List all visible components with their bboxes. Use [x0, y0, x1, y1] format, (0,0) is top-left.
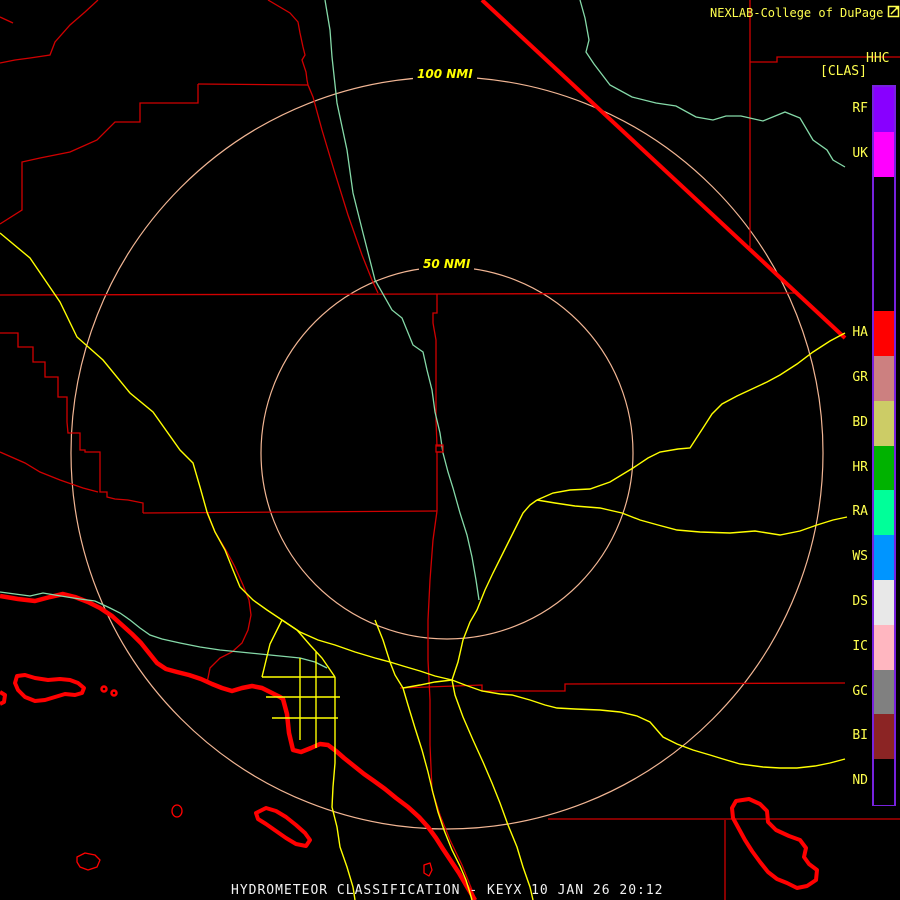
- coastline: [0, 591, 477, 900]
- legend-label-UK: UK: [852, 145, 868, 161]
- river-mojave: [579, 0, 846, 168]
- legend-label-HA: HA: [852, 325, 868, 341]
- island-anacapa-1: [100, 685, 108, 693]
- legend-swatch-WS: [874, 535, 894, 581]
- external-link-icon[interactable]: [887, 4, 900, 21]
- salton-sea-outline: [730, 797, 819, 890]
- legend-swatch-BD: [874, 400, 894, 446]
- range-label-100nmi: 100 NMI: [413, 67, 477, 81]
- legend-label-ND: ND: [852, 773, 868, 789]
- highways: [0, 232, 848, 900]
- island-anacapa-2: [110, 689, 118, 697]
- legend-color-bar: [872, 85, 896, 806]
- legend-swatch-HA: [874, 311, 894, 357]
- legend-swatch-UK: [874, 131, 894, 178]
- brand-text: NEXLAB-College of DuPage: [710, 5, 884, 20]
- river-santa-clara: [0, 591, 328, 669]
- radar-map-canvas: [0, 0, 900, 900]
- county-lines: [0, 0, 900, 900]
- legend-label-RF: RF: [852, 101, 868, 116]
- range-label-50nmi: 50 NMI: [419, 257, 475, 271]
- island-santa-barbara: [171, 804, 183, 818]
- legend-swatch-HR: [874, 445, 894, 491]
- island-santa-cruz-chain: [13, 673, 86, 703]
- legend-swatch-GC: [874, 669, 894, 715]
- legend-label-DS: DS: [852, 593, 868, 609]
- product-code-label: HHC: [866, 51, 890, 66]
- rivers: [0, 0, 846, 669]
- legend-label-GC: GC: [852, 683, 868, 699]
- legend-label-BI: BI: [852, 728, 868, 744]
- legend-label-BD: BD: [852, 414, 868, 430]
- legend-label-HR: HR: [852, 459, 868, 475]
- legend-label-IC: IC: [852, 638, 868, 654]
- island-san-nicolas: [76, 852, 101, 871]
- legend-swatch-GR: [874, 355, 894, 402]
- legend-swatch-RF: [874, 87, 894, 133]
- legend-swatch-ND: [874, 759, 894, 805]
- legend-swatch-DS: [874, 579, 894, 626]
- legend-swatch-IC: [874, 624, 894, 671]
- state-border: [480, 0, 847, 340]
- island-small-south: [423, 862, 433, 877]
- legend-swatch-BI: [874, 714, 894, 760]
- island-fragment-left-edge: [0, 690, 7, 706]
- island-catalina: [254, 806, 312, 848]
- legend-swatch-RA: [874, 490, 894, 536]
- brand-link[interactable]: NEXLAB-College of DuPage: [710, 4, 900, 21]
- legend-label-WS: WS: [852, 549, 868, 565]
- product-title: HYDROMETEOR CLASSIFICATION - KEYX 10 JAN…: [231, 883, 664, 898]
- radar-display: 100 NMI 50 NMI NEXLAB-College of DuPage …: [0, 0, 900, 900]
- range-ring-50nmi: [260, 266, 634, 640]
- legend-label-GR: GR: [852, 369, 868, 385]
- legend-label-RA: RA: [852, 504, 868, 520]
- product-mode-label: [CLAS]: [820, 64, 867, 79]
